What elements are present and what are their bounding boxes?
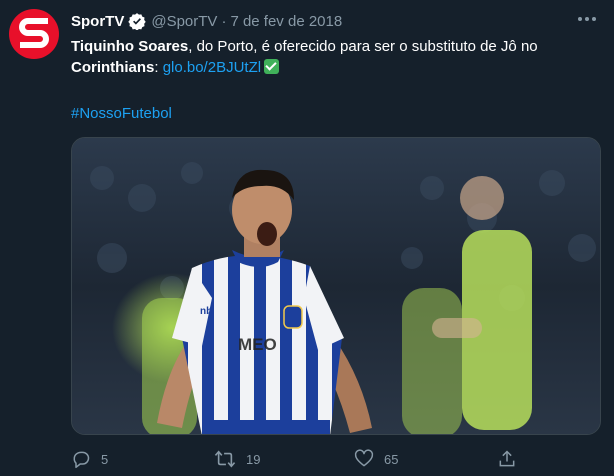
hashtag-link[interactable]: #NossoFutebol xyxy=(71,105,172,122)
retweet-icon xyxy=(214,450,236,468)
tweet-link[interactable]: glo.bo/2BJUtZl xyxy=(163,59,261,76)
verified-badge-icon xyxy=(128,12,147,30)
tweet[interactable]: SporTV @SporTV · 7 de fev de 2018 Tiquin… xyxy=(0,0,614,476)
sportv-logo-icon xyxy=(19,18,49,48)
jersey-sponsor-text: MEO xyxy=(238,335,277,354)
separator-dot: · xyxy=(221,12,227,30)
reply-count: 5 xyxy=(101,451,109,467)
tweet-text-part-2: : xyxy=(154,59,163,76)
like-button[interactable]: 65 xyxy=(354,447,398,471)
tweet-photo[interactable]: nb MEO xyxy=(71,137,601,435)
sleeve-brand-text: nb xyxy=(200,306,212,317)
share-icon xyxy=(499,450,515,467)
heart-icon xyxy=(354,449,374,467)
more-options-icon[interactable] xyxy=(578,12,596,26)
display-name[interactable]: SporTV xyxy=(71,13,124,30)
retweet-button[interactable]: 19 xyxy=(214,447,260,471)
tweet-actions: 5 19 65 xyxy=(71,447,515,471)
retweet-count: 19 xyxy=(246,451,261,467)
reply-icon xyxy=(73,451,90,469)
tweet-header: SporTV @SporTV · 7 de fev de 2018 xyxy=(71,11,574,31)
tweet-text: Tiquinho Soares, do Porto, é oferecido p… xyxy=(71,36,591,78)
handle[interactable]: @SporTV xyxy=(151,13,217,30)
like-count: 65 xyxy=(384,451,399,467)
reply-button[interactable]: 5 xyxy=(71,447,108,471)
share-button[interactable] xyxy=(497,447,517,471)
mention-player: Tiquinho Soares xyxy=(71,38,189,55)
timestamp[interactable]: 7 de fev de 2018 xyxy=(230,13,342,30)
mention-club: Corinthians xyxy=(71,59,155,76)
tweet-text-part-1: , do Porto, é oferecido para ser o subst… xyxy=(188,38,538,55)
check-mark-emoji-icon xyxy=(264,59,280,74)
avatar[interactable] xyxy=(9,9,59,59)
